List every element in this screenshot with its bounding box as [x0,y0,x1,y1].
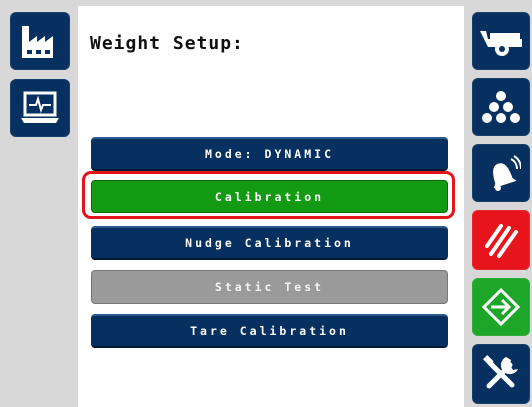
enter-nav-button[interactable] [472,278,530,336]
alarm-nav-button[interactable] [472,144,530,202]
right-nav-rail [468,0,532,407]
left-nav-rail [0,0,78,407]
static-test-button[interactable]: Static Test [91,270,448,304]
enter-arrow-icon [481,287,521,327]
dots-pyramid-icon [481,89,521,125]
stop-nav-button[interactable] [472,210,530,270]
tare-calibration-button[interactable]: Tare Calibration [91,314,448,348]
seed-nav-button[interactable] [472,78,530,136]
tools-nav-button[interactable] [472,344,530,404]
factory-nav-button[interactable] [10,12,70,70]
mode-button[interactable]: Mode: DYNAMIC [91,137,448,171]
cart-nav-button[interactable] [472,12,530,70]
hatch-stripes-icon [481,220,521,260]
cart-icon [478,25,524,57]
monitor-nav-button[interactable] [10,79,70,137]
alarm-bell-icon [481,153,521,193]
nudge-calibration-button[interactable]: Nudge Calibration [91,226,448,260]
calibration-button[interactable]: Calibration [91,180,448,213]
monitor-icon [19,90,61,126]
factory-icon [19,22,61,60]
tools-icon [480,353,522,395]
page-title: Weight Setup: [90,33,244,54]
